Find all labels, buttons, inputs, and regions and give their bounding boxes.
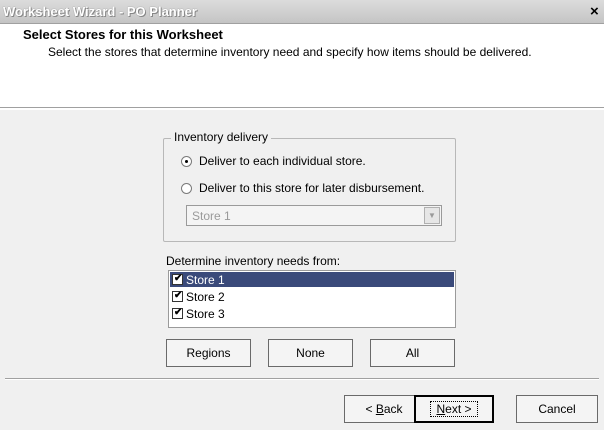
deliver-individual-radio[interactable]: [181, 155, 192, 167]
regions-button[interactable]: Regions: [166, 339, 251, 367]
deliver-individual-label: Deliver to each individual store.: [199, 154, 366, 168]
deliver-this-store-radio[interactable]: [181, 182, 192, 194]
close-icon[interactable]: ×: [590, 3, 604, 21]
page-title: Select Stores for this Worksheet: [23, 27, 223, 42]
list-item[interactable]: ✔ Store 3: [170, 306, 454, 321]
cancel-button[interactable]: Cancel: [516, 395, 598, 423]
checkmark-icon: ✔: [174, 290, 183, 301]
store-checkbox[interactable]: ✔: [172, 273, 183, 285]
store-label: Store 1: [186, 272, 225, 287]
stores-list-label: Determine inventory needs from:: [166, 254, 341, 268]
deliver-this-store-option[interactable]: Deliver to this store for later disburse…: [181, 181, 424, 195]
next-rest: ext >: [445, 402, 472, 416]
store-checkbox[interactable]: ✔: [172, 307, 183, 319]
next-button[interactable]: Next >: [414, 395, 494, 423]
store-checkbox[interactable]: ✔: [172, 290, 183, 302]
list-item[interactable]: ✔ Store 2: [170, 289, 454, 304]
stores-listbox[interactable]: ✔ Store 1 ✔ Store 2 ✔ Store 3: [168, 270, 456, 328]
footer-divider: [5, 378, 599, 380]
checkmark-icon: ✔: [174, 307, 183, 318]
window-title: Worksheet Wizard - PO Planner: [3, 4, 197, 19]
list-item[interactable]: ✔ Store 1: [170, 272, 454, 287]
back-prefix: <: [365, 402, 376, 416]
checkmark-icon: ✔: [174, 273, 183, 284]
deliver-individual-option[interactable]: Deliver to each individual store.: [181, 154, 366, 168]
store-label: Store 3: [186, 306, 225, 321]
none-button[interactable]: None: [268, 339, 353, 367]
inventory-delivery-legend: Inventory delivery: [171, 130, 272, 144]
store-label: Store 2: [186, 289, 225, 304]
back-rest: ack: [383, 402, 403, 416]
title-bar[interactable]: Worksheet Wizard - PO Planner ×: [0, 0, 604, 24]
next-focus-ring: Next >: [430, 401, 478, 417]
page-subtitle: Select the stores that determine invento…: [48, 45, 532, 59]
deliver-this-store-label: Deliver to this store for later disburse…: [199, 181, 425, 195]
back-accel-key: B: [375, 402, 384, 416]
back-button[interactable]: < Back: [344, 395, 424, 423]
next-accel-key: N: [436, 402, 446, 416]
store-select-value: Store 1: [192, 209, 231, 223]
all-button[interactable]: All: [370, 339, 455, 367]
chevron-down-icon[interactable]: ▼: [424, 207, 440, 224]
store-select[interactable]: Store 1 ▼: [186, 205, 442, 226]
header-divider: [0, 107, 604, 109]
